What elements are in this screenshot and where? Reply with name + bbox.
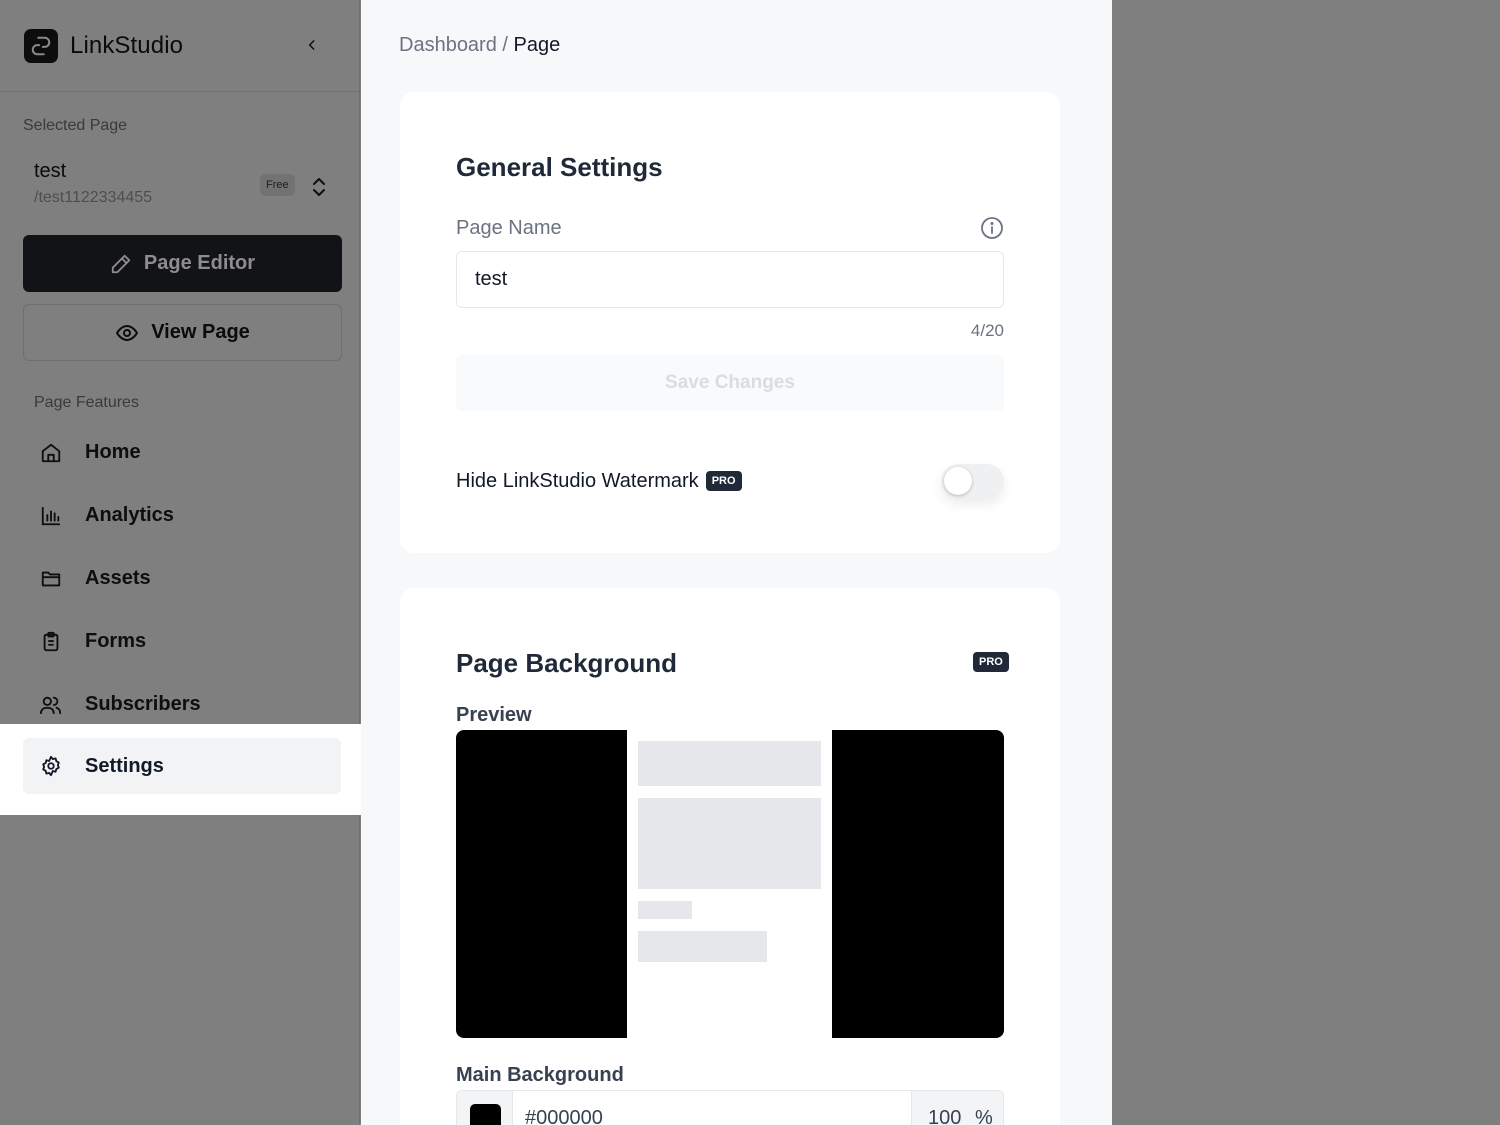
preview-placeholder-header xyxy=(638,741,821,786)
watermark-label: Hide LinkStudio Watermark xyxy=(456,469,699,492)
opacity-input[interactable]: 100 % xyxy=(911,1091,1003,1125)
info-icon[interactable] xyxy=(980,216,1004,240)
gear-icon xyxy=(39,754,63,778)
pro-badge: PRO xyxy=(973,652,1009,672)
folder-icon xyxy=(39,567,63,591)
color-swatch-button[interactable] xyxy=(457,1091,513,1125)
preview-label: Preview xyxy=(456,704,532,726)
sidebar-item-label: Home xyxy=(85,441,141,463)
linkstudio-logo-icon xyxy=(24,28,58,63)
page-editor-button[interactable]: Page Editor xyxy=(23,235,342,292)
breadcrumb-separator: / xyxy=(502,34,508,56)
pro-badge: PRO xyxy=(705,471,742,491)
preview-placeholder-button xyxy=(638,931,767,962)
selected-page-label: Selected Page xyxy=(23,117,128,134)
page-name-label: Page Name xyxy=(456,217,562,239)
general-settings-title: General Settings xyxy=(456,152,663,182)
view-page-button[interactable]: View Page xyxy=(23,304,342,361)
main-content: Dashboard / Page General Settings Page N… xyxy=(361,0,1112,1125)
preview-placeholder-line xyxy=(638,901,692,919)
breadcrumb: Dashboard / Page xyxy=(399,34,560,57)
clipboard-icon xyxy=(39,630,63,654)
collapse-sidebar-button[interactable] xyxy=(301,34,323,56)
brand-name: LinkStudio xyxy=(70,31,184,59)
breadcrumb-current: Page xyxy=(513,34,561,56)
background-preview xyxy=(456,730,1004,1038)
page-background-title: Page Background xyxy=(456,648,678,678)
sidebar-item-label: Forms xyxy=(85,630,147,652)
page-editor-label: Page Editor xyxy=(143,252,256,274)
preview-placeholder-block xyxy=(638,798,821,889)
preview-phone-mockup xyxy=(627,730,832,1038)
sidebar-item-label: Analytics xyxy=(85,504,174,526)
sidebar: LinkStudio Selected Page test /test11223… xyxy=(0,0,360,1125)
bar-chart-icon xyxy=(39,504,63,528)
sidebar-item-home[interactable]: Home xyxy=(23,421,341,484)
main-background-label: Main Background xyxy=(456,1064,624,1086)
sidebar-item-settings[interactable]: Settings xyxy=(23,738,341,794)
brand-header: LinkStudio xyxy=(0,0,359,92)
eye-icon xyxy=(116,324,139,341)
watermark-row: Hide LinkStudio Watermark PRO xyxy=(456,464,1004,498)
sidebar-item-label: Subscribers xyxy=(85,693,201,715)
chevron-up-down-icon xyxy=(313,178,325,196)
color-swatch xyxy=(470,1104,501,1125)
view-page-label: View Page xyxy=(151,321,250,343)
plan-badge: Free xyxy=(260,174,295,196)
page-name-value: test xyxy=(475,268,508,290)
home-icon xyxy=(39,441,63,465)
save-changes-label: Save Changes xyxy=(665,372,795,393)
pencil-icon xyxy=(111,254,131,273)
hex-value[interactable]: #000000 xyxy=(525,1107,603,1125)
page-features-label: Page Features xyxy=(34,394,139,411)
sidebar-item-label: Assets xyxy=(85,567,151,589)
opacity-value: 100 xyxy=(928,1107,962,1125)
sidebar-item-assets[interactable]: Assets xyxy=(23,547,341,610)
sidebar-item-analytics[interactable]: Analytics xyxy=(23,484,341,547)
breadcrumb-dashboard-link[interactable]: Dashboard xyxy=(399,34,497,56)
general-settings-card: General Settings Page Name test 4/20 Sav… xyxy=(400,92,1060,553)
page-name-input[interactable]: test xyxy=(456,251,1004,308)
users-icon xyxy=(39,693,63,717)
sidebar-nav: Home Analytics Assets Forms Subscribers xyxy=(23,421,341,736)
main-background-color-input[interactable]: #000000 100 % xyxy=(456,1090,1004,1125)
char-counter: 4/20 xyxy=(970,321,1004,340)
chevron-left-icon xyxy=(308,40,315,50)
sidebar-item-label: Settings xyxy=(85,754,164,777)
page-background-card: Page Background PRO Preview Main Backgro… xyxy=(400,588,1060,1125)
toggle-knob xyxy=(944,467,972,495)
save-changes-button[interactable]: Save Changes xyxy=(456,355,1004,411)
watermark-toggle[interactable] xyxy=(941,464,1004,498)
percent-unit: % xyxy=(975,1107,993,1125)
page-selector[interactable]: test /test1122334455 Free xyxy=(34,160,334,220)
sidebar-item-forms[interactable]: Forms xyxy=(23,610,341,673)
